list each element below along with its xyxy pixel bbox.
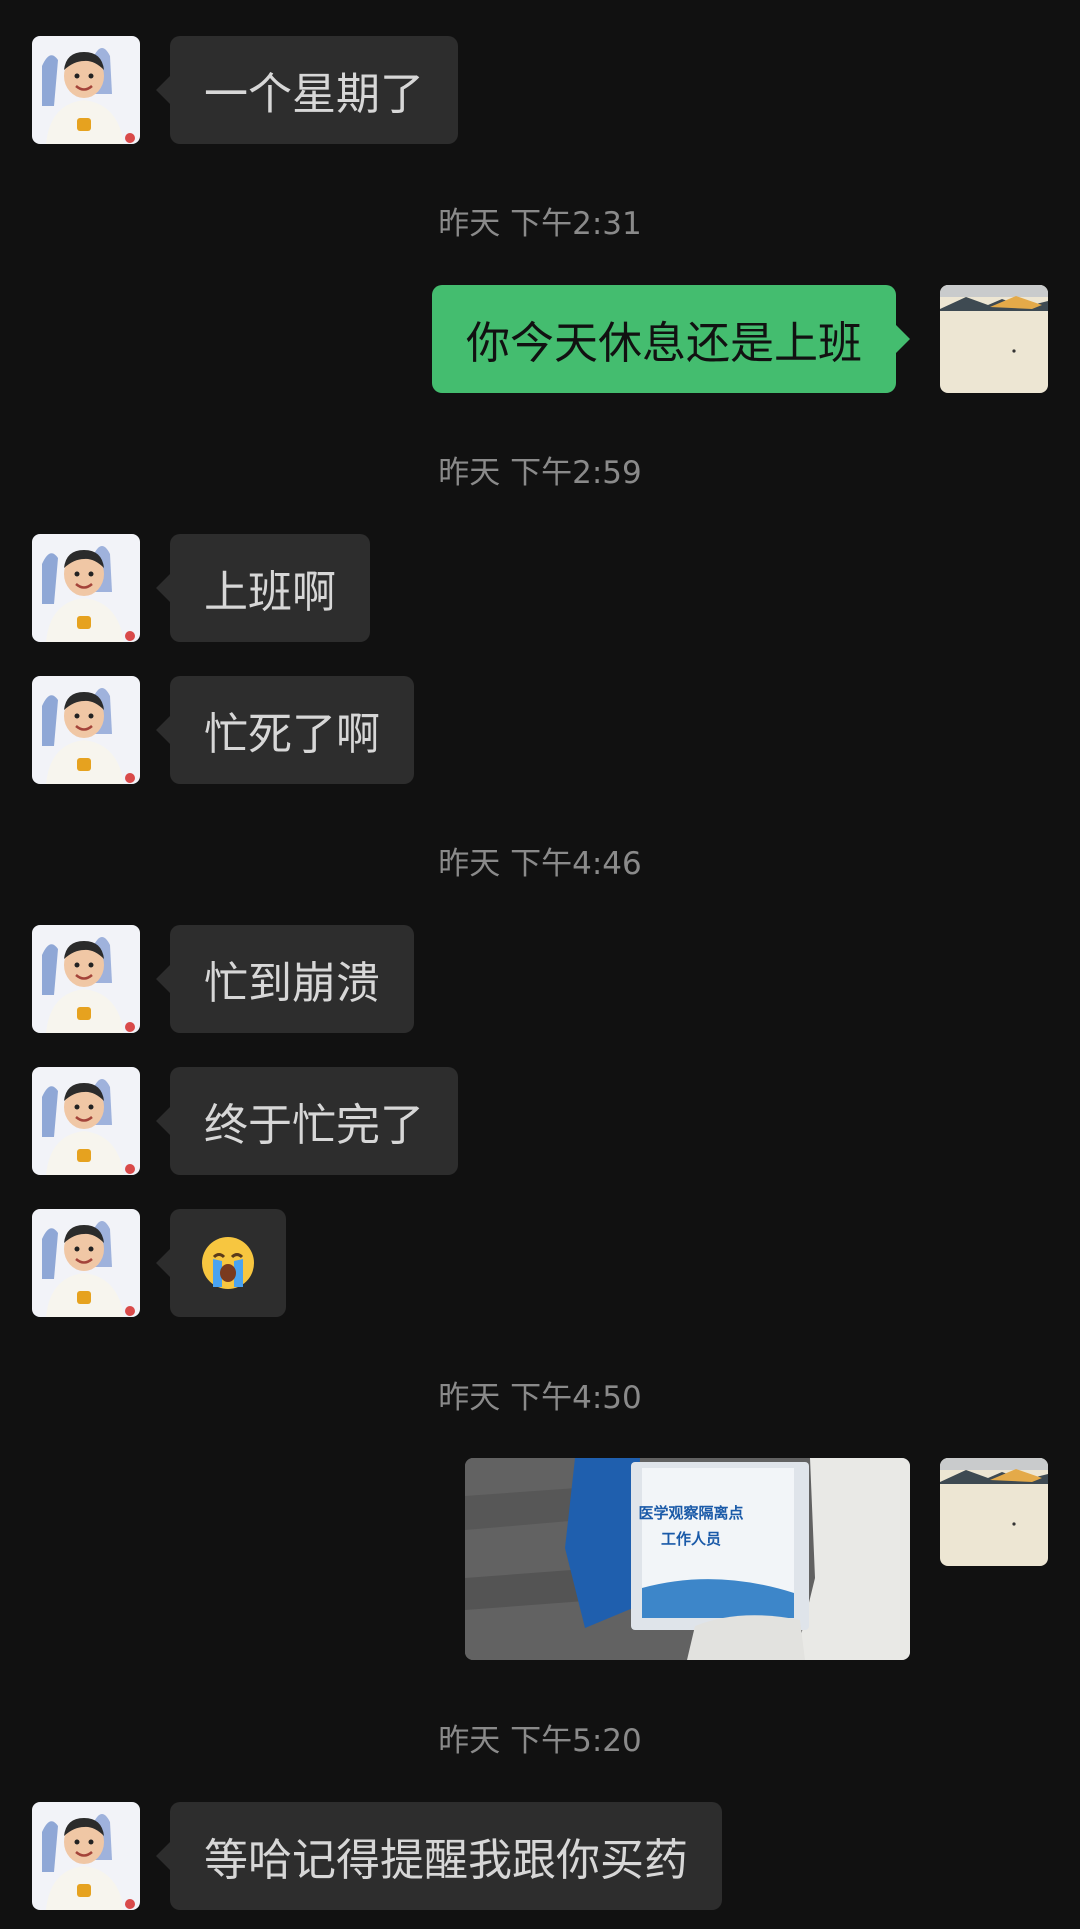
self-avatar[interactable] (940, 1458, 1048, 1566)
message-text: 上班啊 (204, 567, 336, 618)
contact-avatar[interactable] (32, 925, 140, 1033)
timestamp: 昨天 下午4:50 (438, 1380, 642, 1416)
incoming-message[interactable]: 一个星期了 (156, 36, 458, 144)
message-text: 一个星期了 (204, 69, 424, 120)
message-text: 你今天休息还是上班 (466, 318, 862, 369)
outgoing-photo[interactable]: 医学观察隔离点 工作人员 (465, 1458, 910, 1660)
incoming-message[interactable]: 忙到崩溃 (156, 925, 414, 1033)
crying-face-icon (202, 1237, 254, 1289)
photo-image (465, 1458, 910, 1660)
badge-card-text: 医学观察隔离点 工作人员 (631, 1500, 751, 1552)
contact-avatar[interactable] (32, 676, 140, 784)
timestamp: 昨天 下午5:20 (438, 1723, 642, 1759)
contact-avatar[interactable] (32, 1209, 140, 1317)
badge-card-title: 医学观察隔离点 (638, 1504, 744, 1522)
message-text: 等哈记得提醒我跟你买药 (204, 1835, 688, 1886)
message-text: 终于忙完了 (204, 1100, 424, 1151)
chat-thread: 一个星期了 昨天 下午2:31 你今天休息还是上班 昨天 下午2:59 上班啊 … (0, 0, 1080, 1929)
message-text: 忙到崩溃 (204, 958, 380, 1009)
timestamp: 昨天 下午2:59 (438, 455, 642, 491)
contact-avatar[interactable] (32, 1067, 140, 1175)
contact-avatar[interactable] (32, 36, 140, 144)
incoming-message[interactable]: 等哈记得提醒我跟你买药 (156, 1802, 722, 1910)
incoming-message[interactable]: 上班啊 (156, 534, 370, 642)
timestamp: 昨天 下午4:46 (438, 846, 642, 882)
contact-avatar[interactable] (32, 1802, 140, 1910)
contact-avatar[interactable] (32, 534, 140, 642)
outgoing-message[interactable]: 你今天休息还是上班 (432, 285, 910, 393)
message-text: 忙死了啊 (204, 709, 380, 760)
incoming-message[interactable] (156, 1209, 286, 1317)
timestamp: 昨天 下午2:31 (438, 206, 642, 242)
self-avatar[interactable] (940, 285, 1048, 393)
incoming-message[interactable]: 忙死了啊 (156, 676, 414, 784)
incoming-message[interactable]: 终于忙完了 (156, 1067, 458, 1175)
badge-card-subtitle: 工作人员 (660, 1530, 721, 1548)
